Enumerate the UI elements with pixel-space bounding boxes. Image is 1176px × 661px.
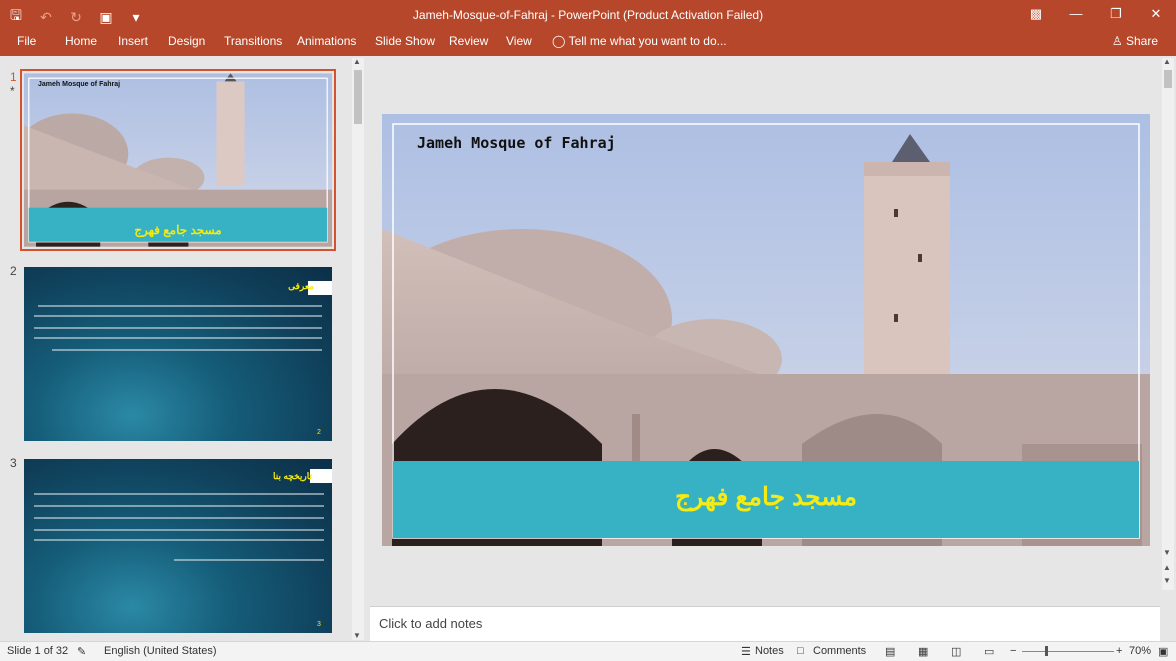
- slide-thumbnail-1[interactable]: Jameh Mosque of Fahraj مسجد جامع فهرج: [20, 69, 336, 251]
- zoom-level[interactable]: 70%: [1129, 645, 1151, 657]
- tab-file[interactable]: File: [17, 34, 36, 48]
- slide-number: 3: [10, 456, 17, 470]
- fit-slide-icon[interactable]: ▣: [1158, 645, 1168, 658]
- heading-tab: [310, 469, 332, 483]
- next-slide-icon[interactable]: ▼: [1163, 576, 1171, 585]
- notes-icon[interactable]: ☰: [741, 645, 751, 658]
- slide-thumbnail-3[interactable]: تاریخچه بنا 3: [24, 459, 332, 633]
- tab-insert[interactable]: Insert: [118, 34, 148, 48]
- comments-button[interactable]: Comments: [813, 645, 866, 657]
- notes-button[interactable]: Notes: [755, 645, 784, 657]
- thumbnail-pane: 1 * Jameh Mosque of Fahraj مسجد جامع فهر…: [0, 56, 366, 641]
- tab-view[interactable]: View: [506, 34, 532, 48]
- thumbnail-photo: [24, 73, 332, 247]
- text-line: [34, 493, 324, 495]
- text-line: [34, 327, 322, 329]
- page-number: 3: [317, 621, 321, 628]
- reading-view-icon[interactable]: ◫: [951, 645, 961, 658]
- current-slide[interactable]: Jameh Mosque of Fahraj مسجد جامع فهرج: [382, 114, 1150, 546]
- text-line: [174, 559, 324, 561]
- zoom-out-icon[interactable]: −: [1010, 645, 1016, 657]
- slide-number: 1: [10, 70, 17, 84]
- slide-caption[interactable]: مسجد جامع فهرج: [393, 482, 1139, 512]
- slide-background: [24, 459, 332, 633]
- zoom-slider-handle[interactable]: [1045, 646, 1048, 656]
- text-line: [34, 539, 324, 541]
- restore-icon[interactable]: ❐: [1096, 0, 1136, 28]
- title-bar: 🖫 ↶ ↻ ▣ ▾ Jameh-Mosque-of-Fahraj - Power…: [0, 0, 1176, 30]
- slide-number: 2: [10, 264, 17, 278]
- tell-me-text: Tell me what you want to do...: [568, 34, 727, 48]
- window-controls: ▩ — ❐ ✕: [1016, 0, 1176, 28]
- slide-title[interactable]: Jameh Mosque of Fahraj: [417, 134, 616, 152]
- thumbnail-heading: تاریخچه بنا: [272, 471, 312, 481]
- slide-scrollbar[interactable]: ▲ ▼ ▲ ▼: [1162, 57, 1174, 590]
- tab-home[interactable]: Home: [65, 34, 97, 48]
- slideshow-icon[interactable]: ▭: [984, 645, 994, 658]
- tab-review[interactable]: Review: [449, 34, 488, 48]
- share-label: Share: [1125, 34, 1158, 48]
- share-button[interactable]: ♙ Share: [1112, 34, 1158, 48]
- text-line: [38, 305, 322, 307]
- animation-marker-icon: *: [10, 84, 15, 98]
- notes-placeholder[interactable]: Click to add notes: [379, 616, 482, 631]
- thumbnail-heading: معرفی: [288, 281, 314, 291]
- tab-transitions[interactable]: Transitions: [224, 34, 282, 48]
- scroll-down-icon[interactable]: ▼: [1163, 548, 1171, 557]
- lightbulb-icon: ◯: [552, 34, 566, 48]
- person-icon: ♙: [1111, 34, 1123, 48]
- zoom-in-icon[interactable]: +: [1116, 645, 1122, 657]
- comments-icon[interactable]: □: [797, 645, 804, 657]
- minimize-icon[interactable]: —: [1056, 0, 1096, 28]
- slide-background: [24, 267, 332, 441]
- scroll-up-icon[interactable]: ▲: [1163, 57, 1171, 66]
- spellcheck-icon[interactable]: ✎: [77, 645, 86, 658]
- thumbnail-caption: مسجد جامع فهرج: [134, 223, 222, 237]
- scroll-down-icon[interactable]: ▼: [353, 631, 361, 640]
- scroll-thumb[interactable]: [1164, 70, 1172, 88]
- slide-thumbnail-2[interactable]: معرفی 2: [24, 267, 332, 441]
- notes-pane[interactable]: Click to add notes: [370, 606, 1160, 641]
- text-line: [34, 517, 324, 519]
- text-line: [34, 315, 322, 317]
- tell-me-box[interactable]: ◯ Tell me what you want to do...: [552, 34, 727, 48]
- ribbon-tabs: File Home Insert Design Transitions Anim…: [0, 30, 1176, 56]
- text-line: [52, 349, 322, 351]
- tab-animations[interactable]: Animations: [297, 34, 356, 48]
- scroll-up-icon[interactable]: ▲: [353, 57, 361, 66]
- previous-slide-icon[interactable]: ▲: [1163, 563, 1171, 572]
- slide-counter[interactable]: Slide 1 of 32: [7, 645, 68, 657]
- tab-design[interactable]: Design: [168, 34, 205, 48]
- status-bar: Slide 1 of 32 ✎ English (United States) …: [0, 641, 1176, 661]
- text-line: [34, 337, 322, 339]
- ribbon-display-icon[interactable]: ▩: [1016, 0, 1056, 28]
- thumbnail-scrollbar[interactable]: ▲ ▼: [352, 57, 364, 640]
- close-icon[interactable]: ✕: [1136, 0, 1176, 28]
- language-indicator[interactable]: English (United States): [104, 645, 217, 657]
- text-line: [34, 529, 324, 531]
- tab-slide-show[interactable]: Slide Show: [375, 34, 435, 48]
- normal-view-icon[interactable]: ▤: [885, 645, 895, 658]
- slide-sorter-icon[interactable]: ▦: [918, 645, 928, 658]
- window-title: Jameh-Mosque-of-Fahraj - PowerPoint (Pro…: [412, 8, 764, 22]
- thumbnail-title: Jameh Mosque of Fahraj: [38, 81, 121, 88]
- scroll-thumb[interactable]: [354, 70, 362, 124]
- zoom-slider[interactable]: [1022, 646, 1114, 656]
- text-line: [34, 505, 324, 507]
- page-number: 2: [317, 429, 321, 436]
- slide-editor: Jameh Mosque of Fahraj مسجد جامع فهرج ▲ …: [370, 56, 1174, 604]
